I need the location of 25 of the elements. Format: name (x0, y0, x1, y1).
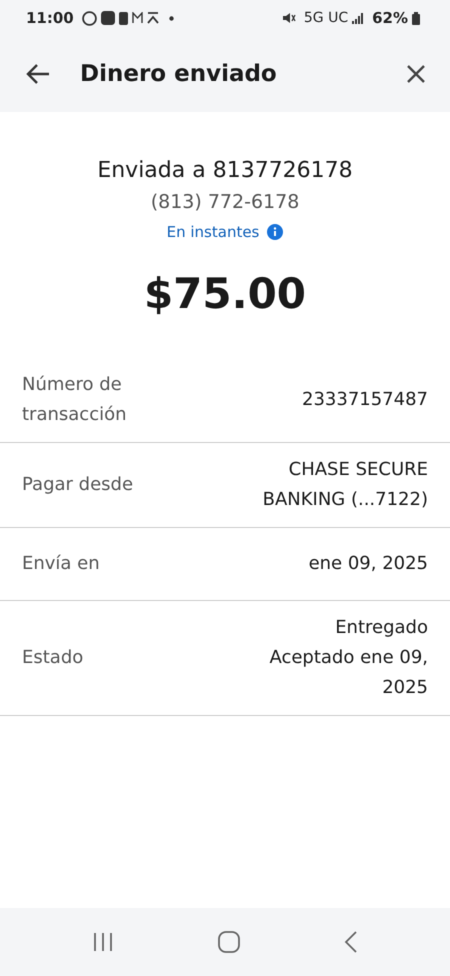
detail-value: Entregado Aceptado ene 09, 2025 (268, 616, 428, 700)
detail-label: Estado (22, 646, 84, 670)
detail-value: CHASE SECURE BANKING (...7122) (262, 458, 428, 512)
recipient-text: Enviada a 8137726178 (97, 158, 353, 183)
detail-label: Número de transacción (22, 373, 128, 427)
network-label: 5G UC (304, 10, 348, 26)
amount: $75.00 (144, 269, 306, 318)
detail-label: Pagar desde (22, 473, 134, 497)
detail-value: ene 09, 2025 (308, 552, 428, 576)
recent-apps-icon[interactable] (92, 932, 114, 952)
detail-value: 23337157487 (302, 388, 428, 412)
mute-icon (282, 12, 296, 24)
detail-label: Envía en (22, 552, 100, 576)
delivery-speed: En instantes (166, 223, 260, 241)
battery-icon (412, 12, 420, 24)
info-icon[interactable] (267, 224, 284, 240)
signal-icon (352, 12, 364, 24)
status-time: 11:00 (26, 9, 74, 27)
mail-icon (132, 12, 143, 24)
home-icon[interactable] (216, 930, 241, 954)
phone-number: (813) 772-6178 (150, 191, 300, 213)
battery-level: 62% (372, 9, 408, 27)
dot-icon (168, 16, 174, 20)
back-icon[interactable] (344, 931, 358, 953)
page-title: Dinero enviado (80, 61, 277, 87)
